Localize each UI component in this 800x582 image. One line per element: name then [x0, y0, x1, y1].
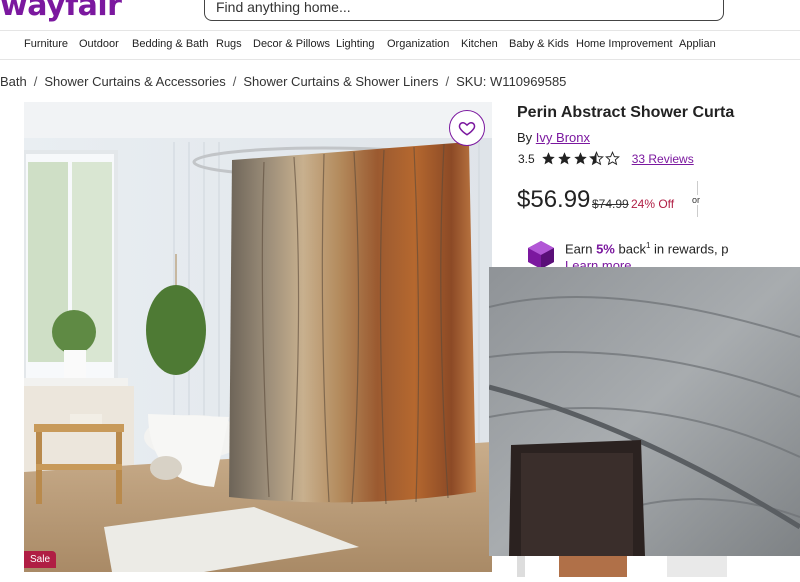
reviews-link[interactable]: 33 Reviews	[632, 152, 694, 166]
search-placeholder: Find anything home...	[216, 0, 351, 15]
rewards-text: Earn 5% back1 in rewards, p	[565, 241, 729, 257]
wayfair-logo[interactable]: wayfair	[0, 0, 122, 23]
gallery-zoom-image[interactable]	[489, 267, 800, 556]
thumbnail-strip	[517, 556, 800, 577]
breadcrumb-bath[interactable]: Bath	[0, 74, 27, 89]
discount-label: 24% Off	[631, 197, 675, 211]
star-full-icon	[541, 152, 555, 165]
category-nav: Furniture Outdoor Bedding & Bath Rugs De…	[0, 30, 800, 60]
nav-item-appliances[interactable]: Applian	[679, 38, 716, 50]
breadcrumb-separator: /	[232, 74, 237, 89]
star-half-icon	[588, 151, 604, 166]
breadcrumb-separator: /	[445, 74, 450, 89]
or-label: or	[692, 195, 701, 205]
breadcrumb-shower-curtains-accessories[interactable]: Shower Curtains & Accessories	[44, 74, 225, 89]
nav-item-rugs[interactable]: Rugs	[216, 38, 242, 50]
nav-item-bedding-bath[interactable]: Bedding & Bath	[132, 38, 208, 50]
nav-item-lighting[interactable]: Lighting	[336, 38, 375, 50]
nav-item-organization[interactable]: Organization	[387, 38, 449, 50]
favorite-button[interactable]	[449, 110, 485, 146]
nav-item-kitchen[interactable]: Kitchen	[461, 38, 498, 50]
heart-icon	[458, 121, 476, 136]
sale-badge: Sale	[24, 551, 57, 568]
product-main-image[interactable]	[24, 102, 492, 572]
original-price: $74.99	[592, 197, 629, 211]
nav-item-baby-kids[interactable]: Baby & Kids	[509, 38, 569, 50]
rating-value: 3.5	[518, 151, 535, 166]
nav-item-furniture[interactable]: Furniture	[24, 38, 68, 50]
breadcrumb-sku: SKU: W110969585	[456, 74, 567, 89]
brand-line: By Ivy Bronx	[517, 130, 590, 145]
star-empty-icon	[604, 151, 620, 166]
breadcrumb-shower-curtains-liners[interactable]: Shower Curtains & Shower Liners	[243, 74, 438, 89]
nav-item-decor-pillows[interactable]: Decor & Pillows	[253, 38, 330, 50]
breadcrumb-separator: /	[33, 74, 38, 89]
star-full-icon	[557, 152, 571, 165]
rating-summary: 3.5 33 Reviews	[518, 151, 694, 166]
product-title: Perin Abstract Shower Curta	[517, 104, 735, 121]
star-full-icon	[573, 152, 587, 165]
search-input[interactable]: Find anything home...	[204, 0, 724, 21]
nav-item-home-improvement[interactable]: Home Improvement	[576, 38, 673, 50]
brand-link[interactable]: Ivy Bronx	[536, 130, 590, 145]
by-label: By	[517, 130, 533, 145]
current-price: $56.99	[517, 186, 591, 213]
nav-item-outdoor[interactable]: Outdoor	[79, 38, 119, 50]
breadcrumb: Bath / Shower Curtains & Accessories / Showe…	[0, 74, 566, 89]
star-rating	[541, 151, 620, 166]
